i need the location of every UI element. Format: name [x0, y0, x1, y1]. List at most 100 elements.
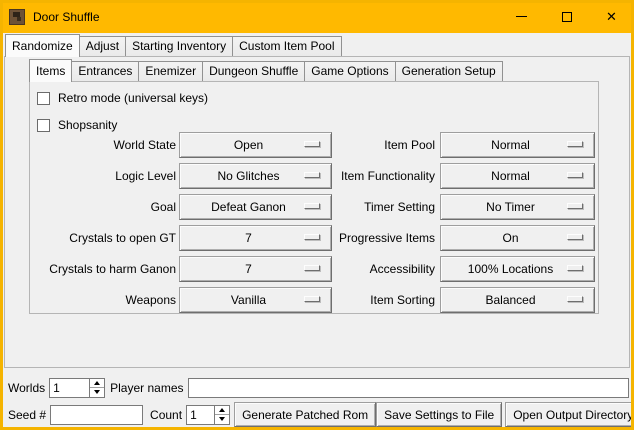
randomize-tab-panel: Items Entrances Enemizer Dungeon Shuffle…	[4, 56, 630, 368]
window-controls: ✕	[499, 0, 634, 33]
tab-custom-item-pool[interactable]: Custom Item Pool	[232, 36, 341, 56]
retro-mode-option: Retro mode (universal keys)	[37, 90, 208, 106]
item-pool-label: Item Pool	[332, 138, 435, 152]
timer-setting-dropdown[interactable]: No Timer	[440, 194, 595, 220]
dropdown-indicator-icon	[567, 234, 583, 240]
worlds-input[interactable]	[50, 379, 89, 397]
crystals-ganon-dropdown[interactable]: 7	[179, 256, 332, 282]
dropdown-indicator-icon	[304, 141, 320, 147]
maximize-button[interactable]	[544, 0, 589, 33]
window-title: Door Shuffle	[33, 10, 100, 24]
open-output-directory-button[interactable]: Open Output Directory	[505, 402, 634, 427]
worlds-spin-up-button[interactable]	[90, 379, 104, 388]
count-input[interactable]	[187, 406, 214, 424]
progressive-items-value: On	[502, 231, 518, 245]
worlds-spin-buttons	[89, 379, 104, 397]
triangle-down-icon	[219, 417, 225, 421]
worlds-spinner	[49, 378, 105, 398]
world-state-dropdown[interactable]: Open	[179, 132, 332, 158]
crystals-ganon-value: 7	[245, 262, 252, 276]
outer-tab-bar: Randomize Adjust Starting Inventory Cust…	[5, 33, 341, 56]
generate-patched-rom-button[interactable]: Generate Patched Rom	[234, 402, 376, 427]
goal-label: Goal	[38, 200, 176, 214]
timer-setting-value: No Timer	[486, 200, 535, 214]
progressive-items-dropdown[interactable]: On	[440, 225, 595, 251]
retro-mode-label: Retro mode (universal keys)	[58, 91, 208, 105]
weapons-dropdown[interactable]: Vanilla	[179, 287, 332, 313]
settings-row-4: Crystals to open GT 7 Progressive Items …	[30, 225, 598, 251]
world-state-value: Open	[234, 138, 263, 152]
shopsanity-option: Shopsanity	[37, 117, 117, 133]
crystals-gt-value: 7	[245, 231, 252, 245]
dropdown-indicator-icon	[567, 296, 583, 302]
maximize-icon	[562, 12, 572, 22]
accessibility-label: Accessibility	[332, 262, 435, 276]
item-sorting-label: Item Sorting	[332, 293, 435, 307]
seed-label: Seed #	[8, 408, 46, 422]
item-functionality-label: Item Functionality	[332, 169, 435, 183]
count-spin-buttons	[214, 406, 229, 424]
item-sorting-value: Balanced	[485, 293, 535, 307]
goal-value: Defeat Ganon	[211, 200, 286, 214]
minimize-icon	[516, 16, 527, 17]
dropdown-indicator-icon	[567, 203, 583, 209]
seed-input[interactable]	[50, 405, 143, 425]
dropdown-indicator-icon	[304, 172, 320, 178]
dropdown-indicator-icon	[304, 296, 320, 302]
timer-setting-label: Timer Setting	[332, 200, 435, 214]
app-icon	[9, 9, 25, 25]
shopsanity-checkbox[interactable]	[37, 119, 50, 132]
player-names-input[interactable]	[188, 378, 630, 398]
save-settings-button[interactable]: Save Settings to File	[376, 402, 502, 427]
dropdown-indicator-icon	[567, 141, 583, 147]
tab-game-options[interactable]: Game Options	[304, 61, 395, 81]
item-pool-value: Normal	[491, 138, 530, 152]
minimize-button[interactable]	[499, 0, 544, 33]
progressive-items-label: Progressive Items	[332, 231, 435, 245]
worlds-spin-down-button[interactable]	[90, 387, 104, 397]
worlds-label: Worlds	[8, 381, 45, 395]
inner-tab-bar: Items Entrances Enemizer Dungeon Shuffle…	[29, 57, 502, 81]
retro-mode-checkbox[interactable]	[37, 92, 50, 105]
shopsanity-label: Shopsanity	[58, 118, 117, 132]
titlebar: Door Shuffle ✕	[0, 0, 634, 33]
seed-row: Seed # Count Generate Patched Rom Save S…	[8, 402, 630, 427]
world-state-label: World State	[38, 138, 176, 152]
settings-grid: World State Open Item Pool Normal Logic …	[30, 132, 598, 318]
crystals-gt-dropdown[interactable]: 7	[179, 225, 332, 251]
logic-level-dropdown[interactable]: No Glitches	[179, 163, 332, 189]
close-icon: ✕	[606, 10, 617, 23]
triangle-down-icon	[94, 390, 100, 394]
dropdown-indicator-icon	[304, 234, 320, 240]
item-functionality-dropdown[interactable]: Normal	[440, 163, 595, 189]
triangle-up-icon	[94, 381, 100, 385]
tab-dungeon-shuffle[interactable]: Dungeon Shuffle	[202, 61, 305, 81]
dropdown-indicator-icon	[567, 265, 583, 271]
tab-adjust[interactable]: Adjust	[79, 36, 126, 56]
tab-randomize[interactable]: Randomize	[5, 34, 80, 57]
player-names-label: Player names	[110, 381, 183, 395]
tab-generation-setup[interactable]: Generation Setup	[395, 61, 503, 81]
weapons-value: Vanilla	[231, 293, 266, 307]
count-spin-up-button[interactable]	[215, 406, 229, 415]
tab-enemizer[interactable]: Enemizer	[138, 61, 203, 81]
dropdown-indicator-icon	[567, 172, 583, 178]
weapons-label: Weapons	[38, 293, 176, 307]
tab-items[interactable]: Items	[29, 59, 72, 82]
accessibility-dropdown[interactable]: 100% Locations	[440, 256, 595, 282]
count-spin-down-button[interactable]	[215, 414, 229, 424]
goal-dropdown[interactable]: Defeat Ganon	[179, 194, 332, 220]
tab-entrances[interactable]: Entrances	[71, 61, 139, 81]
item-functionality-value: Normal	[491, 169, 530, 183]
tab-starting-inventory[interactable]: Starting Inventory	[125, 36, 233, 56]
app-window: Door Shuffle ✕ Randomize Adjust Starting…	[0, 0, 634, 430]
close-button[interactable]: ✕	[589, 0, 634, 33]
item-sorting-dropdown[interactable]: Balanced	[440, 287, 595, 313]
item-pool-dropdown[interactable]: Normal	[440, 132, 595, 158]
settings-row-2: Logic Level No Glitches Item Functionali…	[30, 163, 598, 189]
logic-level-label: Logic Level	[38, 169, 176, 183]
crystals-ganon-label: Crystals to harm Ganon	[38, 262, 176, 276]
count-label: Count	[150, 408, 182, 422]
worlds-row: Worlds Player names	[8, 377, 629, 398]
dropdown-indicator-icon	[304, 203, 320, 209]
